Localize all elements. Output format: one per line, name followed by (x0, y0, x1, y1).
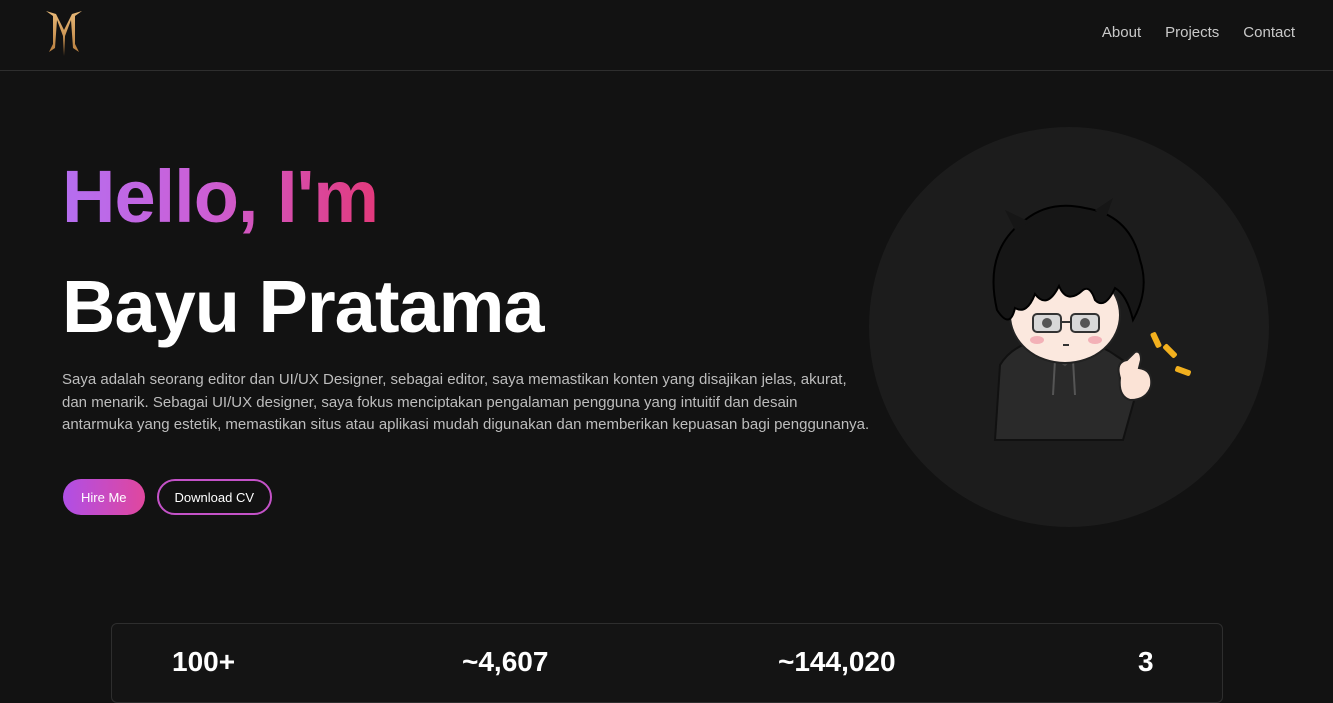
stat-value: 100+ (172, 646, 236, 677)
chibi-avatar-icon (955, 190, 1205, 445)
nav-links: About Projects Contact (1102, 24, 1295, 41)
download-cv-button[interactable]: Download CV (156, 479, 273, 515)
nav-link-about[interactable]: About (1102, 24, 1141, 41)
nav-link-contact[interactable]: Contact (1243, 24, 1295, 41)
stat-value: ~4,607 (462, 646, 549, 677)
hire-me-button[interactable]: Hire Me (63, 479, 145, 515)
stat-value: ~144,020 (778, 646, 896, 677)
monogram-logo-icon[interactable] (44, 8, 84, 58)
hero-name: Bayu Pratama (62, 265, 545, 348)
nav-link-projects[interactable]: Projects (1165, 24, 1219, 41)
top-navbar: About Projects Contact (0, 0, 1333, 71)
hero-greeting: Hello, I'm (62, 152, 379, 242)
hero-bio: Saya adalah seorang editor dan UI/UX Des… (62, 371, 870, 433)
hero-buttons: Hire Me Download CV (63, 479, 273, 515)
stats-panel: 100+ ~4,607 ~144,020 3 (111, 623, 1223, 703)
stat-value: 3 (1138, 646, 1154, 677)
